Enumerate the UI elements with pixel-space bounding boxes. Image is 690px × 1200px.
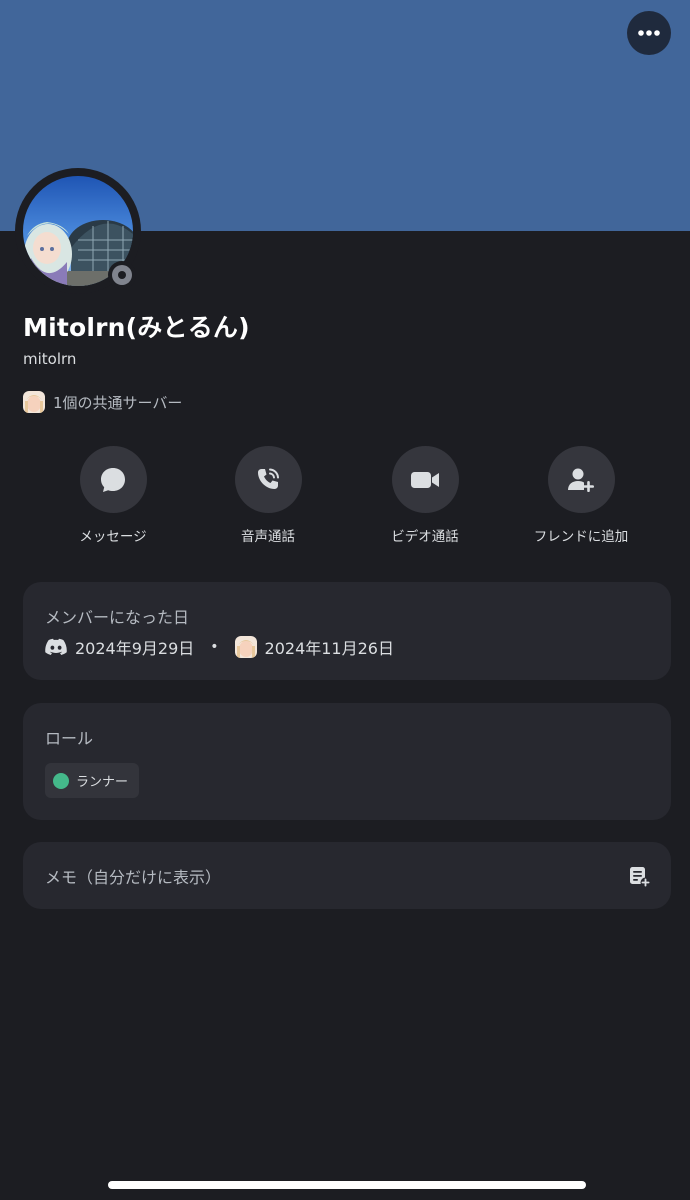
voice-call-button-circle[interactable]: [234, 446, 302, 513]
status-indicator: [108, 261, 136, 289]
discord-join-date: 2024年9月29日: [75, 639, 195, 658]
server-join-date: 2024年11月26日: [264, 639, 394, 658]
home-indicator[interactable]: [108, 1181, 586, 1189]
video-call-label: ビデオ通話: [391, 529, 459, 545]
roles-card: ロール ランナー: [23, 703, 671, 820]
discord-logo-icon: [45, 638, 67, 655]
display-name: Mitolrn(みとるん): [23, 313, 250, 342]
note-title: メモ（自分だけに表示）: [45, 868, 222, 887]
message-button[interactable]: メッセージ: [35, 446, 191, 545]
phone-call-icon: [258, 468, 279, 489]
video-call-button[interactable]: ビデオ通話: [347, 446, 503, 545]
action-bar: メッセージ 音声通話 ビデオ通話 フレンドに追加: [0, 446, 690, 546]
server-icon: [23, 391, 45, 413]
voice-call-button[interactable]: 音声通話: [190, 446, 346, 545]
note-add-icon[interactable]: [627, 864, 651, 888]
more-horizontal-icon: [638, 30, 660, 36]
add-friend-icon: [568, 468, 594, 492]
member-since-title: メンバーになった日: [45, 608, 190, 627]
voice-call-label: 音声通話: [241, 529, 295, 545]
roles-title: ロール: [45, 729, 94, 748]
add-friend-button[interactable]: フレンドに追加: [503, 446, 659, 545]
member-since-row: 2024年9月29日 • 2024年11月26日: [45, 635, 394, 659]
message-label: メッセージ: [79, 529, 147, 545]
offline-status-icon: [112, 265, 132, 285]
more-options-button[interactable]: [627, 11, 671, 55]
role-label: ランナー: [76, 775, 129, 790]
video-call-button-circle[interactable]: [391, 446, 459, 513]
add-friend-label: フレンドに追加: [533, 529, 629, 545]
username: mitolrn: [23, 350, 77, 368]
mutual-servers-label: 1個の共通サーバー: [53, 393, 183, 412]
server-icon: [234, 636, 257, 658]
video-camera-icon: [411, 471, 439, 488]
role-color-dot: [53, 772, 69, 789]
mutual-servers[interactable]: 1個の共通サーバー: [23, 390, 182, 414]
profile-sheet: Mitolrn(みとるん) mitolrn 1個の共通サーバー メッセージ 音声…: [0, 0, 690, 1200]
role-chip[interactable]: ランナー: [45, 763, 139, 798]
add-friend-button-circle[interactable]: [547, 446, 615, 513]
message-button-circle[interactable]: [79, 446, 147, 513]
date-separator: •: [210, 639, 219, 655]
chat-bubble-icon: [101, 467, 125, 492]
note-card[interactable]: メモ（自分だけに表示）: [23, 842, 671, 909]
member-since-card: メンバーになった日 2024年9月29日 • 2024年11月26日: [23, 582, 671, 680]
